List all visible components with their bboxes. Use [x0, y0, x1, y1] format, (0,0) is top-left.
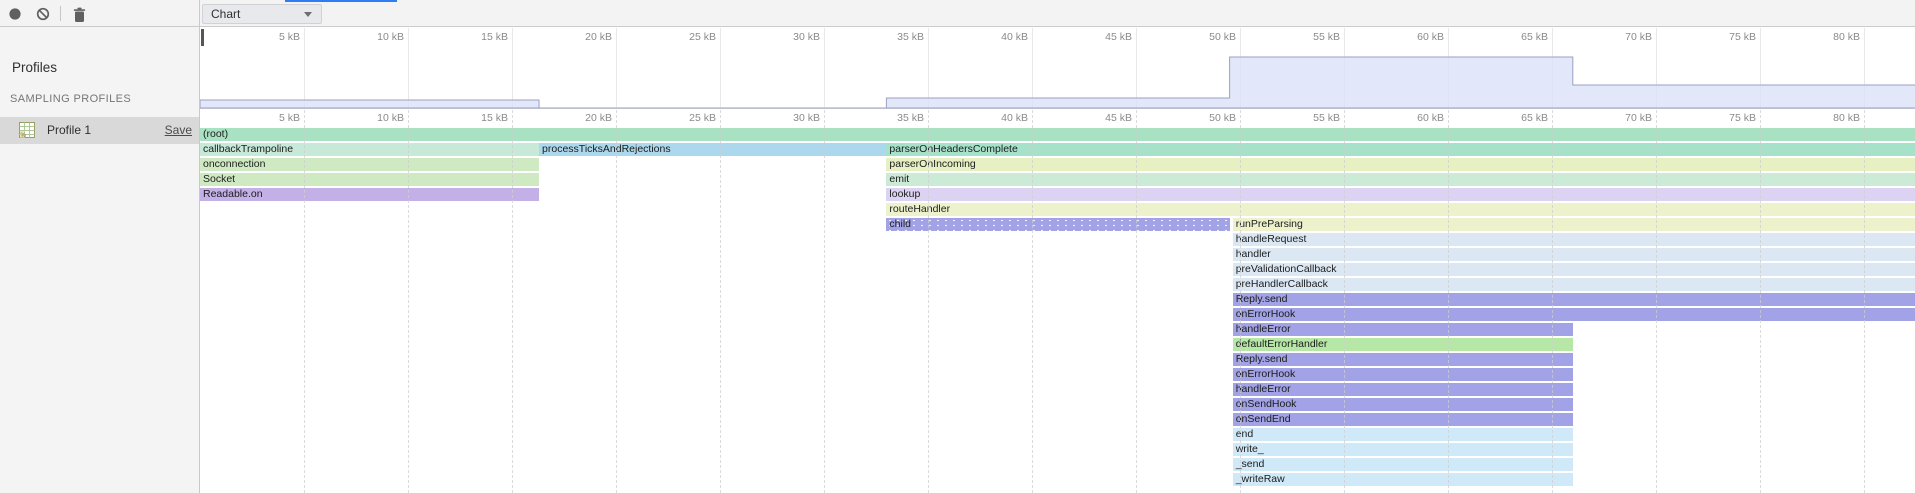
flame-ruler-tick: 55 kB — [1274, 112, 1340, 124]
flame-ruler-tick: 50 kB — [1170, 112, 1236, 124]
flame-gridline — [1864, 110, 1915, 493]
flame-ruler-tick: 80 kB — [1794, 112, 1860, 124]
view-mode-select[interactable]: Chart — [202, 4, 322, 24]
flame-ruler-tick: 20 kB — [546, 112, 612, 124]
overview-ruler-tick: 10 kB — [338, 31, 404, 43]
save-profile-link[interactable]: Save — [165, 123, 192, 137]
flame-ruler-tick: 45 kB — [1066, 112, 1132, 124]
clear-icon — [36, 7, 50, 21]
flame-ruler-tick: 60 kB — [1378, 112, 1444, 124]
flame-ruler-tick: 5 kB — [234, 112, 300, 124]
overview-ruler-tick: 65 kB — [1482, 31, 1548, 43]
flame-ruler-tick: 30 kB — [754, 112, 820, 124]
flame-ruler-tick: 15 kB — [442, 112, 508, 124]
sidebar-divider — [199, 0, 200, 493]
toolbar-separator — [60, 6, 61, 21]
overview-ruler-tick: 50 kB — [1170, 31, 1236, 43]
flame-chart-pane: (root)callbackTrampolineprocessTicksAndR… — [200, 27, 1915, 493]
overview-ruler-tick: 35 kB — [858, 31, 924, 43]
flame-ruler-tick: 35 kB — [858, 112, 924, 124]
overview-ruler-tick: 40 kB — [962, 31, 1028, 43]
chevron-down-icon — [304, 12, 312, 17]
overview-ruler-tick: 30 kB — [754, 31, 820, 43]
sidebar-title: Profiles — [12, 60, 57, 75]
overview-ruler-tick: 20 kB — [546, 31, 612, 43]
flame-ruler-tick: 40 kB — [962, 112, 1028, 124]
trash-icon — [72, 7, 87, 23]
overview-ruler-tick: 15 kB — [442, 31, 508, 43]
svg-text:%: % — [21, 133, 27, 138]
record-button[interactable] — [8, 7, 22, 21]
profile-icon: % — [19, 122, 35, 138]
overview-ruler-tick: 55 kB — [1274, 31, 1340, 43]
overview-ruler-tick: 80 kB — [1794, 31, 1860, 43]
profile-name: Profile 1 — [47, 123, 91, 137]
flame-ruler-tick: 70 kB — [1586, 112, 1652, 124]
delete-profile-button[interactable] — [72, 7, 86, 21]
profile-item-profile-1[interactable]: % Profile 1 Save — [0, 117, 200, 144]
overview-ruler-tick: 60 kB — [1378, 31, 1444, 43]
flame-ruler-tick: 25 kB — [650, 112, 716, 124]
clear-button[interactable] — [36, 7, 50, 21]
overview-ruler-tick: 5 kB — [234, 31, 300, 43]
overview-ruler-tick: 75 kB — [1690, 31, 1756, 43]
sampling-profiles-section-label: SAMPLING PROFILES — [10, 93, 131, 105]
flame-ruler-tick: 65 kB — [1482, 112, 1548, 124]
overview-resize-handle[interactable] — [201, 29, 204, 46]
view-mode-value: Chart — [211, 7, 240, 21]
overview-ruler-tick: 25 kB — [650, 31, 716, 43]
record-icon — [8, 7, 22, 21]
profiles-sidebar: Profiles SAMPLING PROFILES % Profile 1 S… — [0, 27, 200, 493]
overview-ruler-tick: 70 kB — [1586, 31, 1652, 43]
selected-tab-indicator — [285, 0, 397, 2]
memory-profiler-panel: Chart Profiles SAMPLING PROFILES % Profi — [0, 0, 1915, 493]
flame-ruler-tick: 75 kB — [1690, 112, 1756, 124]
overview-ruler-tick: 45 kB — [1066, 31, 1132, 43]
flame-ruler-tick: 10 kB — [338, 112, 404, 124]
toolbar: Chart — [0, 0, 1915, 27]
